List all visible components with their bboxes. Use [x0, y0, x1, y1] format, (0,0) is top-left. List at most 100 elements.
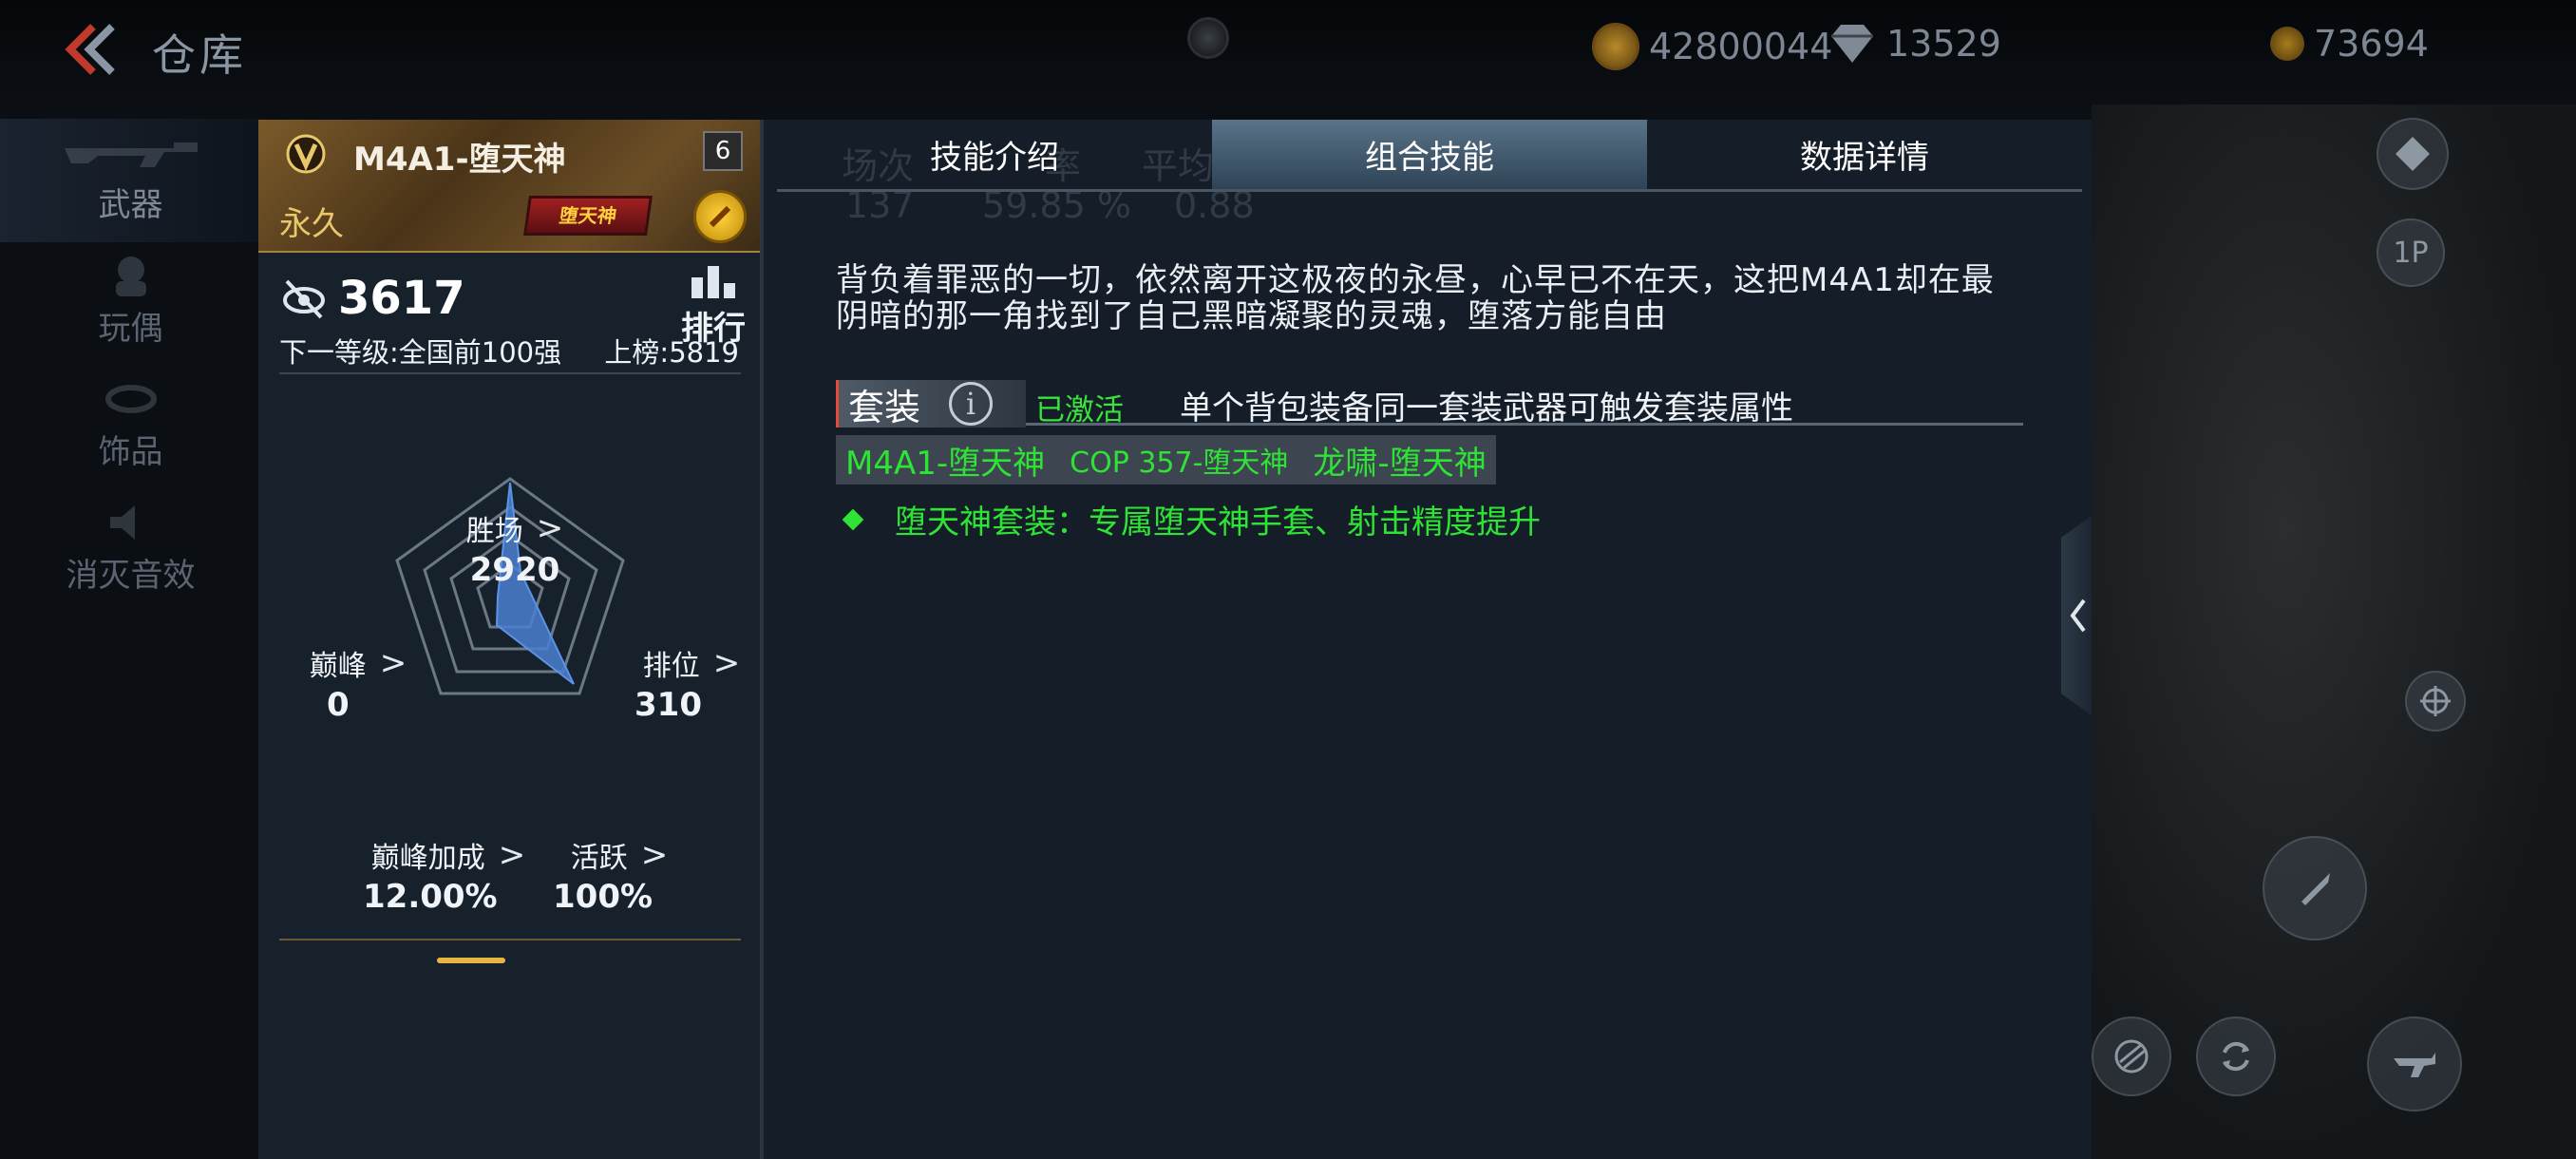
bullet-diamond-icon	[842, 508, 864, 530]
vip-badge-icon	[286, 134, 326, 174]
weapon-duration: 永久	[279, 205, 344, 243]
stat-label: 巅峰加成	[370, 842, 485, 875]
category-kill-sounds[interactable]: 消灭音效	[0, 489, 261, 613]
set-tag[interactable]: 套装 i	[836, 380, 1026, 428]
chevron-left-icon	[2070, 598, 2086, 633]
tab-skill-intro[interactable]: 技能介绍	[777, 120, 1212, 189]
inspect-button[interactable]	[2377, 118, 2449, 190]
diamond-currency[interactable]: 13529	[1828, 23, 2001, 65]
stat-value: 2920	[469, 551, 560, 589]
chevron-right-icon: >	[498, 836, 526, 874]
gold-amount: 42800044	[1649, 26, 1833, 67]
aim-button[interactable]	[2405, 671, 2466, 732]
category-label: 玩偶	[98, 310, 163, 348]
stats-radar: 胜场 > 2920 巅峰 > 0 排位 > 310 巅峰加成 > 12.00% 活跃 > …	[258, 376, 762, 946]
coin-currency[interactable]: 73694	[2270, 23, 2429, 65]
doll-icon	[115, 256, 146, 296]
score-row: 3617	[281, 272, 465, 325]
chevron-right-icon: >	[640, 836, 669, 874]
coin-amount: 73694	[2314, 23, 2429, 65]
page-title: 仓库	[152, 29, 247, 81]
set-member: 龙啸-堕天神	[1313, 444, 1487, 483]
next-level-text: 下一等级:全国前100强	[279, 336, 562, 369]
tab-combo-skills[interactable]: 组合技能	[1212, 120, 1647, 189]
weapon-score: 3617	[338, 272, 465, 325]
tab-data-details[interactable]: 数据详情	[1647, 120, 2082, 189]
set-bonus: 堕天神套装：专属堕天神手套、射击精度提升	[842, 496, 1541, 542]
bullet-button[interactable]	[2263, 836, 2367, 940]
on-board-text: 上榜:5819	[604, 336, 739, 369]
notification-dot-icon[interactable]	[1187, 17, 1229, 59]
weapon-view-button[interactable]	[2367, 1016, 2462, 1112]
top-bar: 仓库 42800044 13529 73694	[0, 0, 2576, 104]
stat-value: 0	[327, 686, 350, 724]
stat-peak[interactable]: 巅峰 > 0	[306, 642, 410, 724]
set-row: 套装 i 已激活 单个背包装备同一套装武器可触发套装属性	[836, 380, 2023, 428]
skin-badge: 堕天神	[523, 196, 653, 236]
set-member: COP 357-堕天神	[1070, 446, 1289, 480]
bullet-icon	[2301, 873, 2330, 905]
weapon-description: 背负着罪恶的一切，依然离开这极夜的永昼，心早已不在天，这把M4A1却在最阴暗的那…	[836, 261, 1995, 335]
weapon-card-header: M4A1-堕天神 6 永久 堕天神	[258, 120, 760, 253]
info-icon[interactable]: i	[949, 382, 994, 426]
shield-stripe-icon	[2114, 1039, 2149, 1074]
stat-wins[interactable]: 胜场 > 2920	[448, 507, 581, 589]
view-mode-button[interactable]: 1P	[2377, 218, 2445, 287]
coin-icon	[2270, 27, 2304, 61]
crosshair-icon	[2420, 686, 2451, 716]
chevron-right-icon: >	[712, 644, 741, 682]
page-indicator	[437, 958, 505, 963]
set-member: M4A1-堕天神	[845, 444, 1046, 483]
ornament-icon	[104, 385, 157, 413]
chevron-right-icon: >	[536, 509, 564, 547]
swap-button[interactable]	[2196, 1016, 2276, 1096]
bar-chart-icon	[691, 266, 735, 298]
divider	[279, 372, 741, 374]
stat-value: 12.00%	[363, 878, 498, 916]
weapon-level: 6	[703, 131, 743, 171]
stat-value: 100%	[553, 878, 653, 916]
chevron-right-icon: >	[379, 644, 407, 682]
stat-label: 巅峰	[309, 650, 367, 683]
collapse-panel-button[interactable]	[2061, 513, 2095, 718]
upgrade-icon[interactable]	[693, 190, 747, 243]
stat-peak-bonus[interactable]: 巅峰加成 > 12.00%	[363, 834, 534, 916]
diamond-icon	[1831, 25, 1873, 63]
divider	[279, 939, 741, 940]
detail-panel: 场次 率 平均KDA 137 59.85 % 0.88 技能介绍 组合技能 数据…	[762, 120, 2092, 1159]
stat-ranked[interactable]: 排位 > 310	[635, 642, 748, 724]
stat-value: 310	[635, 686, 702, 724]
back-arrow-icon[interactable]	[57, 21, 123, 78]
category-nav: 武器 玩偶 饰品 消灭音效	[0, 119, 261, 613]
rifle-icon	[64, 142, 198, 167]
sound-icon	[109, 505, 135, 540]
stat-label: 胜场	[465, 515, 523, 548]
category-ornaments[interactable]: 饰品	[0, 366, 261, 489]
weapon-name: M4A1-堕天神	[353, 141, 566, 179]
category-dolls[interactable]: 玩偶	[0, 242, 261, 366]
category-label: 消灭音效	[66, 557, 196, 595]
set-status: 已激活	[1035, 393, 1124, 428]
set-tag-label: 套装	[848, 386, 921, 428]
stat-label: 排位	[642, 650, 700, 683]
set-bonus-text: 堕天神套装：专属堕天神手套、射击精度提升	[895, 504, 1541, 542]
ranking-button[interactable]: 排行	[680, 264, 747, 348]
refresh-icon	[2223, 1041, 2249, 1072]
diamond-amount: 13529	[1886, 23, 2001, 65]
gold-currency[interactable]: 42800044	[1592, 23, 1832, 70]
category-label: 武器	[98, 186, 163, 224]
weapon-preview-scene: 1P	[2092, 104, 2576, 1159]
set-members: M4A1-堕天神 COP 357-堕天神 龙啸-堕天神	[836, 435, 1496, 484]
category-label: 饰品	[98, 433, 163, 471]
weapon-card: M4A1-堕天神 6 永久 堕天神 3617 排行 下一等级:全国前100强 上…	[258, 120, 762, 1159]
set-hint: 单个背包装备同一套装武器可触发套装属性	[1180, 390, 1793, 428]
no-view-icon	[283, 279, 325, 319]
diamond-grid-icon	[2396, 137, 2430, 171]
stat-active[interactable]: 活跃 > 100%	[553, 834, 686, 916]
stat-label: 活跃	[570, 842, 628, 875]
gold-coin-icon	[1592, 23, 1639, 70]
category-weapons[interactable]: 武器	[0, 119, 261, 242]
tab-bar: 技能介绍 组合技能 数据详情	[777, 120, 2082, 192]
skin-button[interactable]	[2092, 1016, 2171, 1096]
gun-icon	[2394, 1053, 2435, 1077]
